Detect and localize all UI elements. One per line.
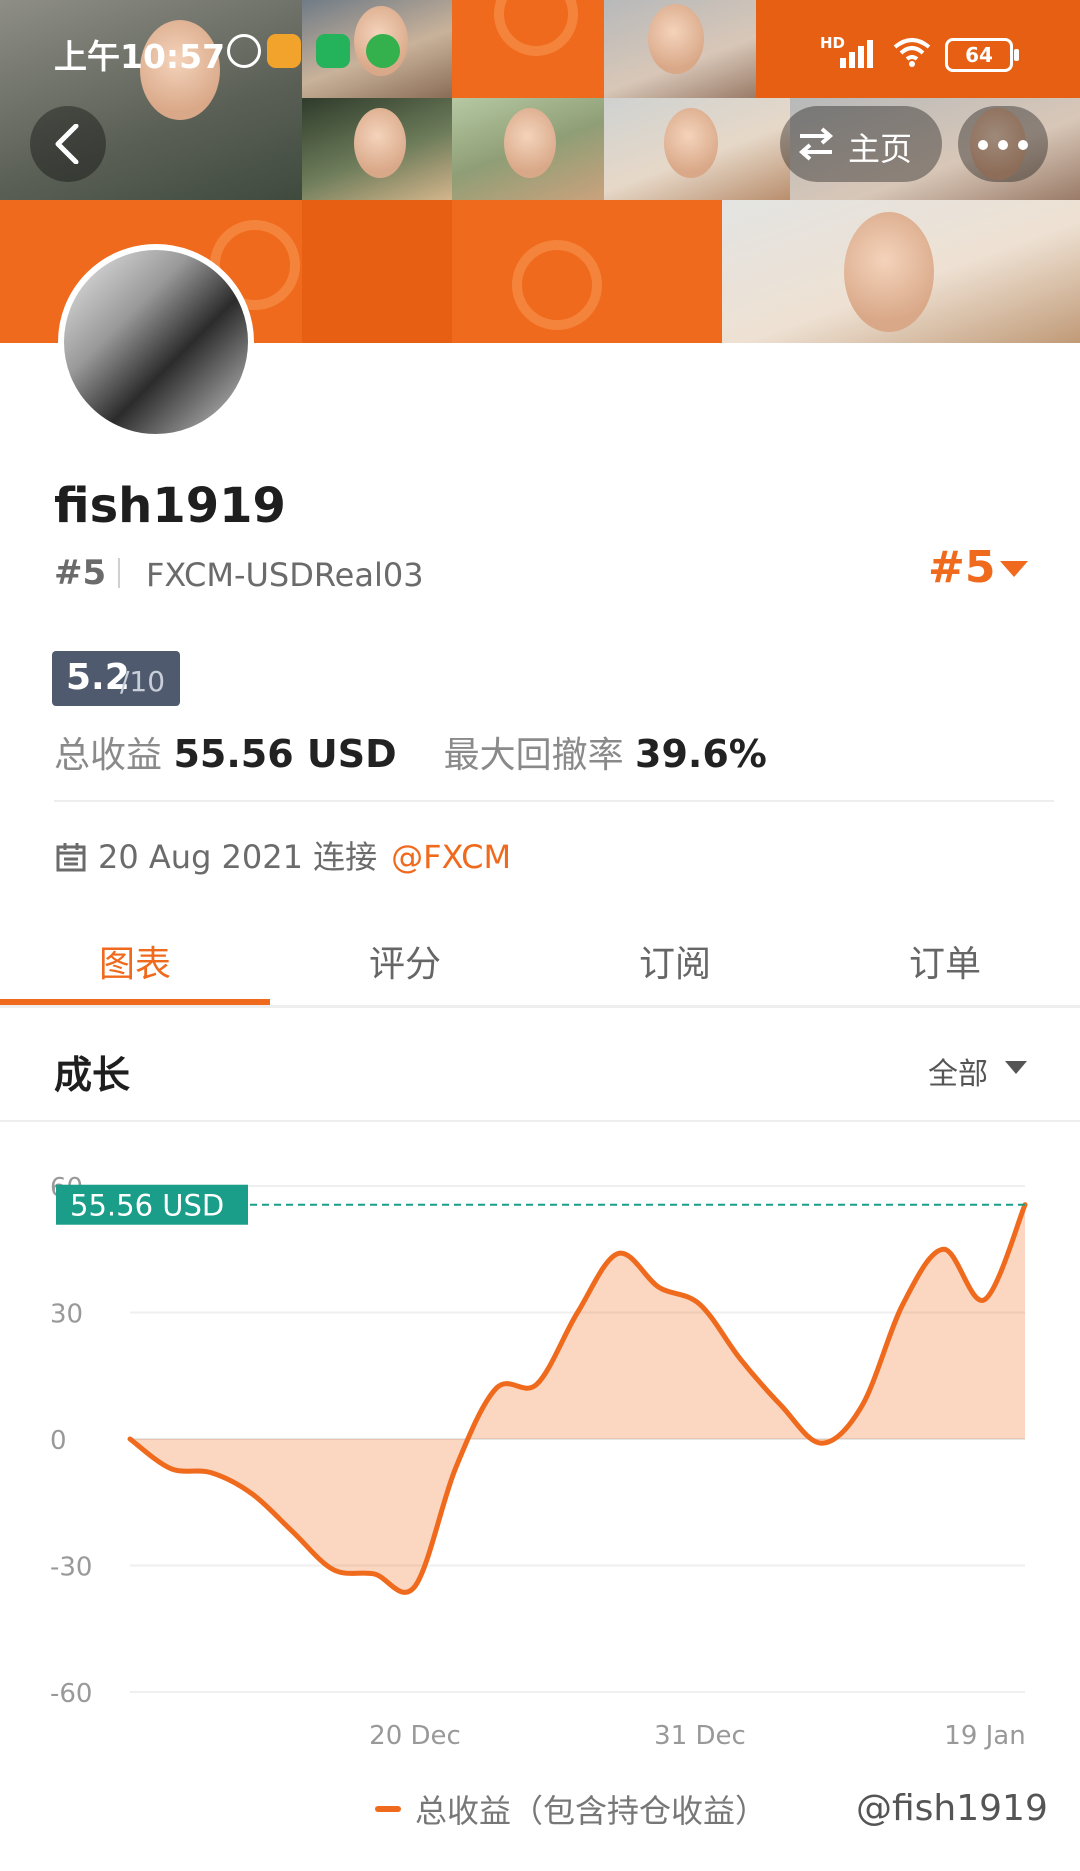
x-tick-label: 19 Jan xyxy=(944,1721,1025,1751)
stats-row: 总收益 55.56 USD 最大回撤率 39.6% xyxy=(54,726,767,778)
username: fish1919 xyxy=(54,478,286,534)
back-button[interactable] xyxy=(30,106,106,182)
tab-indicator xyxy=(0,999,270,1005)
range-filter[interactable]: 全部 xyxy=(928,1049,988,1093)
joined-row: 20 Aug 2021 连接 @FXCM xyxy=(56,832,511,878)
y-tick-label: 30 xyxy=(50,1300,83,1330)
rank-selector[interactable]: #5 xyxy=(928,542,995,593)
y-tick-label: -30 xyxy=(50,1553,92,1583)
more-button[interactable] xyxy=(958,106,1048,182)
series-area xyxy=(130,1204,1025,1593)
score-badge: 5.2 /10 xyxy=(52,651,180,706)
alarm-icon xyxy=(227,34,261,68)
legend-label: 总收益（包含持仓收益） xyxy=(415,1792,768,1830)
server-name: FXCM-USDReal03 xyxy=(146,556,424,594)
app-icon xyxy=(366,34,400,68)
x-tick-label: 31 Dec xyxy=(654,1721,746,1751)
growth-chart[interactable]: 60300-30-6055.56 USD20 Dec31 Dec19 Jan xyxy=(0,1140,1080,1780)
cover-orange-tile xyxy=(302,200,452,343)
cover-photo-tile xyxy=(302,98,452,200)
y-tick-label: -60 xyxy=(50,1679,92,1709)
total-profit-value: 55.56 USD xyxy=(173,732,397,776)
score-max: /10 xyxy=(120,665,166,698)
tab-subscribe[interactable]: 订阅 xyxy=(540,935,810,987)
tab-chart[interactable]: 图表 xyxy=(0,935,270,987)
tab-orders[interactable]: 订单 xyxy=(810,935,1080,987)
total-profit-label: 总收益 xyxy=(54,735,163,776)
y-tick-label: 0 xyxy=(50,1426,67,1456)
home-button[interactable]: 主页 xyxy=(780,106,942,182)
battery-icon: 64 xyxy=(945,38,1019,72)
broker-link[interactable]: @FXCM xyxy=(391,838,511,876)
max-drawdown-value: 39.6% xyxy=(635,732,767,776)
legend-swatch xyxy=(375,1806,401,1812)
section-title: 成长 xyxy=(54,1053,131,1097)
chevron-left-icon xyxy=(55,124,79,164)
joined-date: 20 Aug 2021 连接 xyxy=(98,838,378,876)
wifi-icon xyxy=(893,36,931,76)
status-time: 上午10:57 xyxy=(54,37,226,76)
cover-photo-tile xyxy=(452,98,604,200)
tab-bar: 图表 评分 订阅 订单 xyxy=(0,905,1080,1008)
cover-orange-tile xyxy=(452,200,722,343)
shield-icon xyxy=(316,34,350,68)
cover-photo-tile xyxy=(604,98,790,200)
avatar[interactable] xyxy=(58,244,254,440)
more-dots-icon xyxy=(978,140,988,150)
divider xyxy=(118,558,120,588)
divider xyxy=(54,800,1054,802)
notes-icon xyxy=(267,34,301,68)
caret-down-icon[interactable] xyxy=(1000,561,1028,577)
caret-down-icon[interactable] xyxy=(1005,1061,1027,1074)
status-bar: 上午10:57 HD 64 xyxy=(0,0,1080,100)
swap-icon xyxy=(798,127,834,161)
chart-legend[interactable]: 总收益（包含持仓收益） xyxy=(375,1786,767,1832)
x-tick-label: 20 Dec xyxy=(369,1721,461,1751)
rank: #5 xyxy=(54,553,107,593)
divider xyxy=(0,1120,1080,1122)
watermark: @fish1919 xyxy=(856,1788,1048,1829)
current-value-label: 55.56 USD xyxy=(70,1189,224,1223)
signal-icon xyxy=(840,36,880,68)
tab-rating[interactable]: 评分 xyxy=(270,935,540,987)
cover-photo-tile xyxy=(722,200,1080,343)
max-drawdown-label: 最大回撤率 xyxy=(443,735,624,776)
calendar-icon xyxy=(56,843,86,872)
home-button-label: 主页 xyxy=(848,130,913,168)
